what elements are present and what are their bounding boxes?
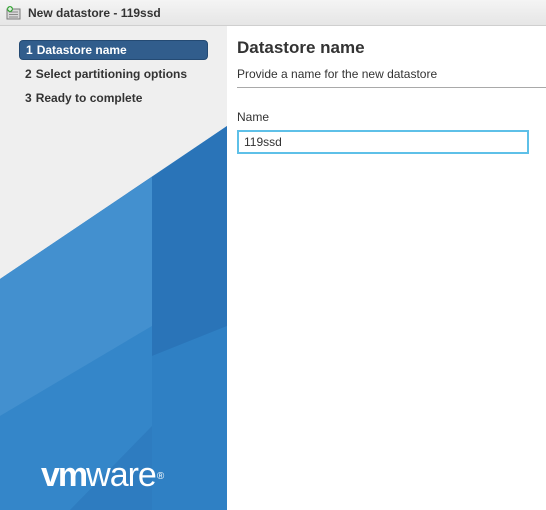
name-label: Name [237,110,270,124]
step-number: 2 [25,67,32,81]
header-divider [237,87,546,88]
wizard-content: Datastore name Provide a name for the ne… [227,26,546,510]
page-subtitle: Provide a name for the new datastore [237,67,438,81]
step-number: 3 [25,91,32,105]
step-number: 1 [26,43,33,57]
step-label: Ready to complete [35,91,143,105]
step-label: Datastore name [36,43,127,57]
wizard-sidebar: 1 Datastore name 2 Select partitioning opt… [0,26,227,510]
new-datastore-dialog: New datastore - 119ssd 1 Datastore name 2… [0,0,546,510]
step-label: Select partitioning options [35,67,188,81]
vmware-logo: vmware® [41,456,164,494]
wizard-step-ready-to-complete[interactable]: 3 Ready to complete [19,88,208,108]
window-title: New datastore - 119ssd [28,5,161,20]
datastore-name-input[interactable] [237,130,529,154]
title-bar[interactable]: New datastore - 119ssd [0,0,546,26]
wizard-step-select-partitioning[interactable]: 2 Select partitioning options [19,64,208,84]
page-title: Datastore name [237,38,365,57]
wizard-step-datastore-name[interactable]: 1 Datastore name [19,40,208,60]
new-datastore-icon [6,5,21,20]
